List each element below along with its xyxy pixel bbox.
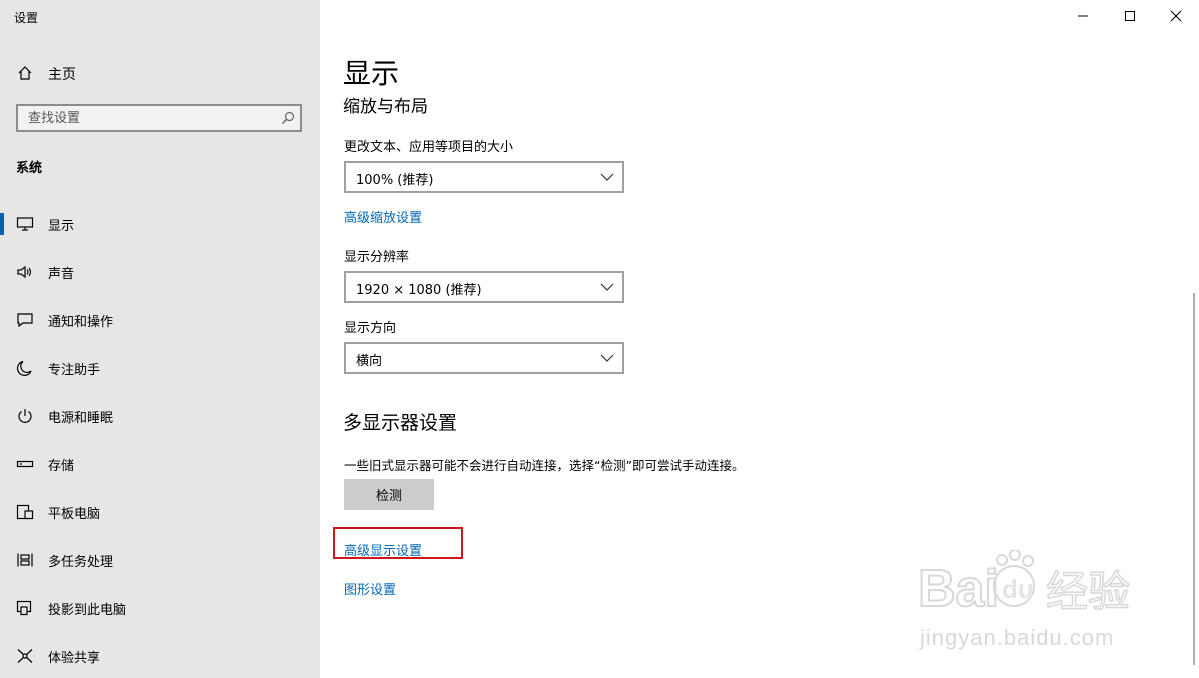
- app-title: 设置: [14, 11, 39, 25]
- monitor-icon: [16, 217, 34, 231]
- resolution-dropdown[interactable]: 1920 × 1080 (推荐): [344, 271, 624, 303]
- sidebar-item-notifications[interactable]: 通知和操作: [0, 300, 320, 340]
- sidebar-item-label: 存储: [48, 459, 75, 474]
- orientation-label: 显示方向: [344, 321, 397, 336]
- search-input[interactable]: [18, 106, 278, 130]
- advanced-display-link[interactable]: 高级显示设置: [344, 540, 422, 559]
- section-title-system: 系统: [16, 161, 43, 176]
- sidebar-item-label: 投影到此电脑: [48, 603, 127, 618]
- close-icon: [1170, 10, 1182, 22]
- minimize-button[interactable]: [1060, 0, 1106, 32]
- sidebar-item-label: 体验共享: [48, 651, 101, 666]
- sidebar-item-label: 专注助手: [48, 363, 101, 378]
- sidebar-item-storage[interactable]: 存储: [0, 444, 320, 484]
- maximize-button[interactable]: [1107, 0, 1153, 32]
- sidebar-item-project-to-pc[interactable]: 投影到此电脑: [0, 588, 320, 628]
- orientation-dropdown[interactable]: 横向: [344, 342, 624, 374]
- resolution-label: 显示分辨率: [344, 250, 410, 265]
- tablet-icon: [16, 504, 34, 520]
- chevron-down-icon: [600, 354, 614, 362]
- baidu-watermark-logo: Bai du 经验: [918, 550, 1131, 619]
- sidebar-item-label: 多任务处理: [48, 555, 114, 570]
- home-icon: [18, 66, 32, 80]
- sidebar-item-multitasking[interactable]: 多任务处理: [0, 540, 320, 580]
- sidebar-item-label: 显示: [48, 219, 75, 234]
- resolution-value: 1920 × 1080 (推荐): [356, 283, 482, 298]
- scrollbar[interactable]: [1193, 293, 1195, 665]
- multi-display-heading: 多显示器设置: [343, 412, 458, 434]
- svg-text:Bai: Bai: [918, 560, 999, 618]
- scale-layout-heading: 缩放与布局: [343, 97, 428, 117]
- sidebar-item-label: 声音: [48, 267, 75, 282]
- detect-button[interactable]: 检测: [344, 479, 434, 510]
- storage-icon: [16, 460, 34, 468]
- sidebar-item-display[interactable]: 显示: [0, 204, 320, 244]
- orientation-value: 横向: [356, 354, 383, 369]
- power-icon: [18, 409, 32, 423]
- scale-value: 100% (推荐): [356, 173, 434, 188]
- home-label: 主页: [48, 67, 76, 83]
- search-box[interactable]: [16, 104, 302, 132]
- advanced-scaling-link[interactable]: 高级缩放设置: [344, 207, 422, 226]
- multi-display-description: 一些旧式显示器可能不会进行自动连接，选择“检测”即可尝试手动连接。: [344, 458, 745, 473]
- sidebar-item-power-sleep[interactable]: 电源和睡眠: [0, 396, 320, 436]
- notification-icon: [17, 313, 33, 328]
- sidebar: 设置 主页 系统 显示 声音 通知和操作: [0, 0, 320, 678]
- chevron-down-icon: [600, 173, 614, 181]
- svg-text:du: du: [1002, 574, 1034, 604]
- maximize-icon: [1125, 11, 1135, 21]
- search-icon[interactable]: [281, 111, 295, 125]
- sidebar-item-shared-experiences[interactable]: 体验共享: [0, 636, 320, 676]
- page-title: 显示: [343, 57, 400, 90]
- moon-icon: [16, 360, 32, 376]
- sidebar-item-label: 通知和操作: [48, 315, 114, 330]
- svg-text:经验: 经验: [1046, 567, 1130, 616]
- sidebar-item-label: 平板电脑: [48, 507, 101, 522]
- watermark-url: jingyan.baidu.com: [920, 625, 1115, 650]
- minimize-icon: [1078, 15, 1088, 17]
- project-icon: [16, 600, 32, 616]
- scale-label: 更改文本、应用等项目的大小: [344, 140, 514, 155]
- scale-dropdown[interactable]: 100% (推荐): [344, 161, 624, 193]
- close-button[interactable]: [1153, 0, 1199, 32]
- active-indicator: [0, 213, 4, 235]
- chevron-down-icon: [600, 283, 614, 291]
- speaker-icon: [17, 265, 32, 279]
- sidebar-item-tablet[interactable]: 平板电脑: [0, 492, 320, 532]
- sidebar-item-sound[interactable]: 声音: [0, 252, 320, 292]
- graphics-settings-link[interactable]: 图形设置: [344, 579, 396, 598]
- multitask-icon: [17, 553, 33, 567]
- sidebar-item-focus-assist[interactable]: 专注助手: [0, 348, 320, 388]
- sidebar-item-label: 电源和睡眠: [48, 411, 114, 426]
- home-nav-item[interactable]: 主页: [0, 58, 320, 88]
- share-icon: [17, 649, 33, 663]
